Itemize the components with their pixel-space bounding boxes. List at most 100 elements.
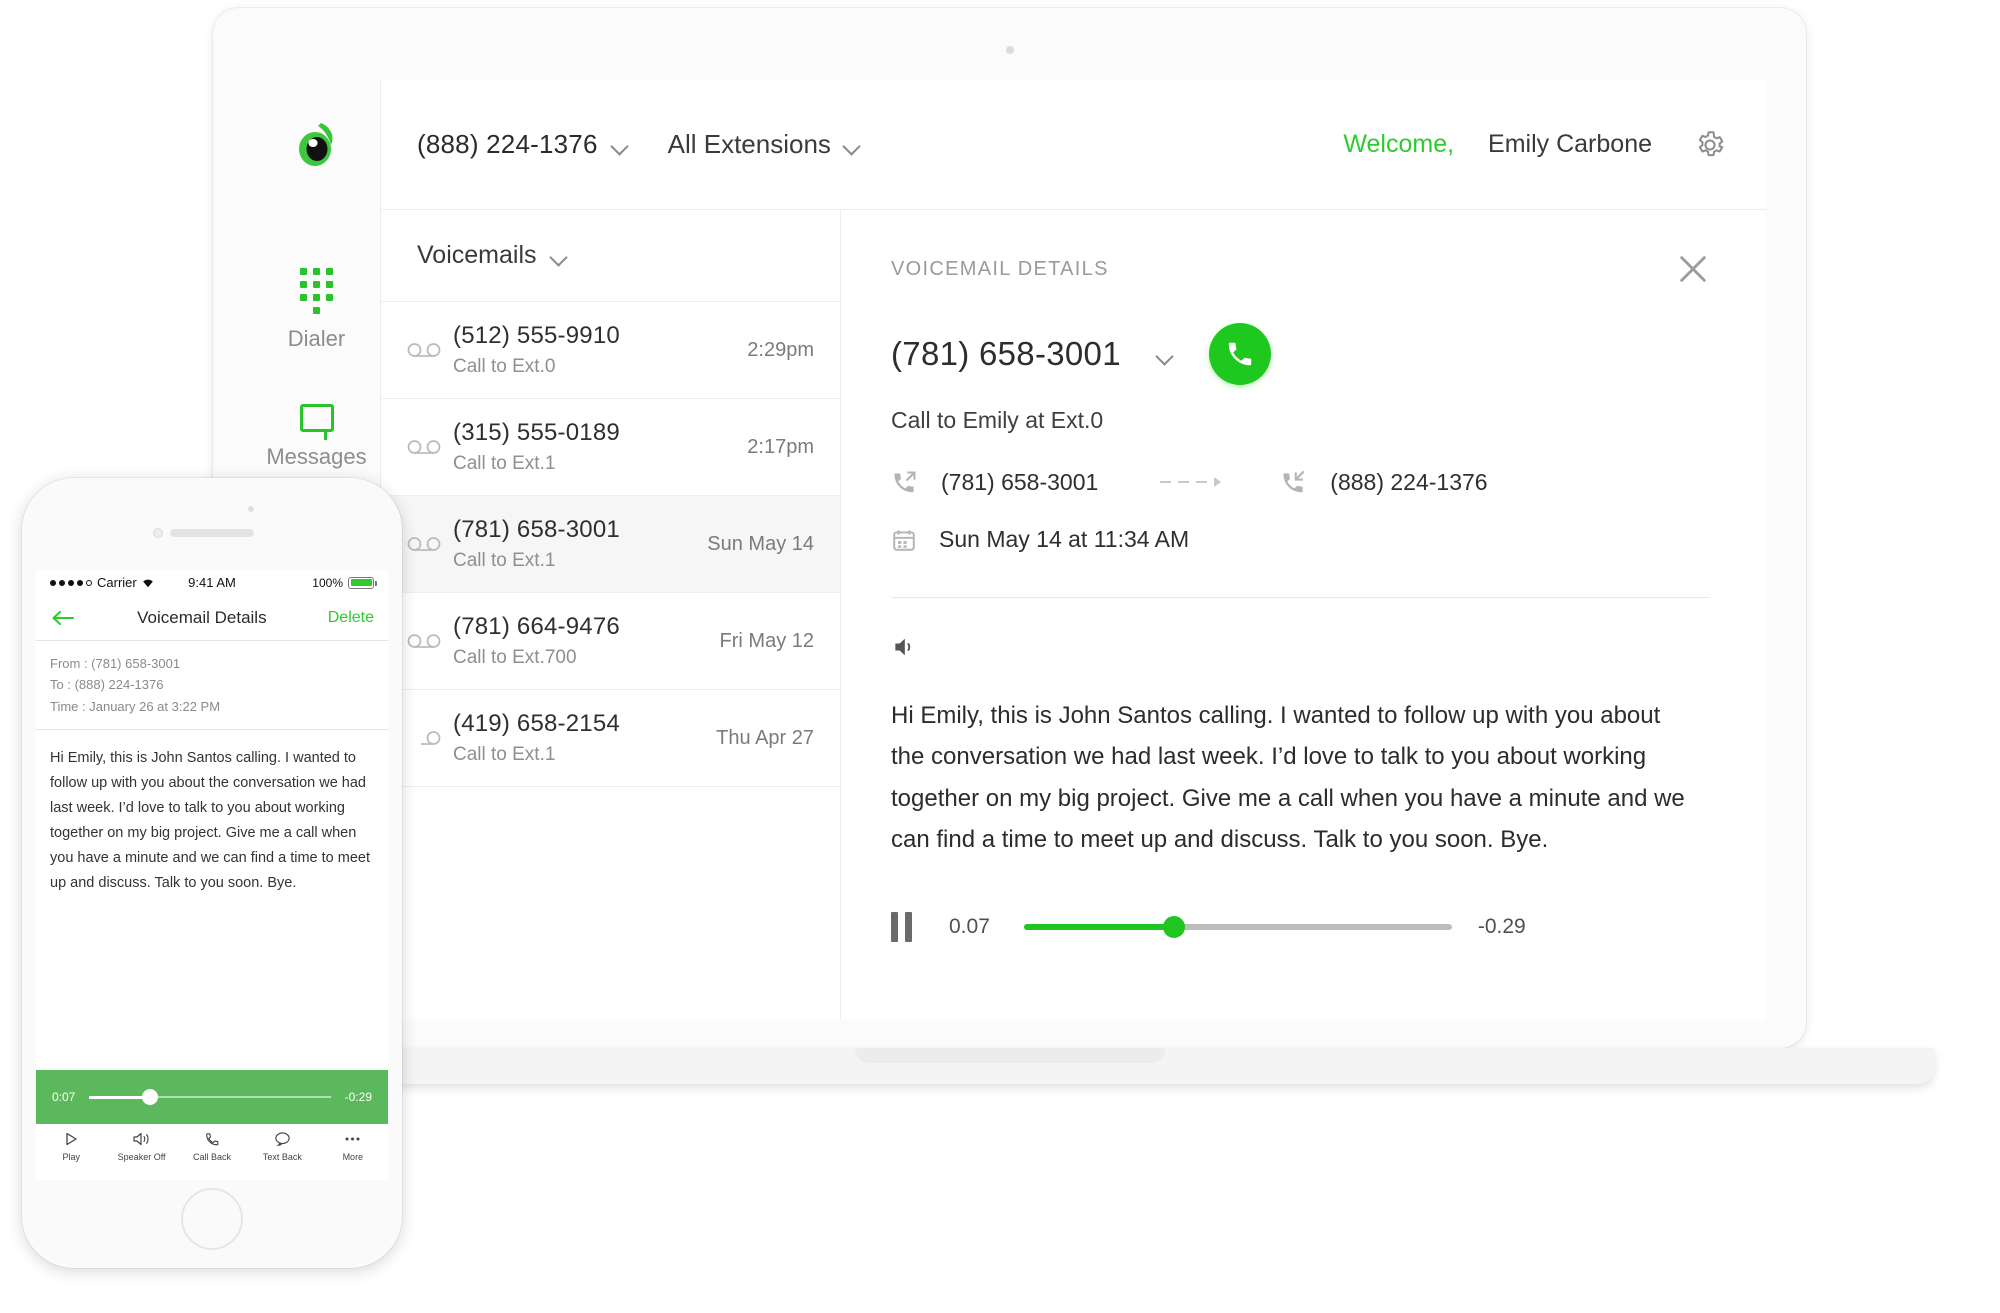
details-date: Sun May 14 at 11:34 AM bbox=[939, 526, 1190, 552]
call-button[interactable] bbox=[1208, 323, 1271, 385]
details-date-row: Sun May 14 at 11:34 AM bbox=[891, 526, 1710, 553]
status-bar-signal: Carrier bbox=[50, 575, 154, 590]
delete-button[interactable]: Delete bbox=[328, 609, 374, 627]
phone-icon bbox=[1228, 342, 1252, 366]
phone-home-button[interactable] bbox=[181, 1188, 243, 1250]
phone-sensor bbox=[248, 506, 254, 512]
selected-phone-number: (888) 224-1376 bbox=[417, 129, 598, 159]
more-dots-icon bbox=[345, 1137, 360, 1141]
phone-toolbar-play[interactable]: Play bbox=[36, 1131, 106, 1162]
list-item-selected[interactable]: (781) 658-3001 Call to Ext.1 Sun May 14 bbox=[381, 496, 840, 593]
phone-toolbar-label: Text Back bbox=[262, 1152, 302, 1162]
laptop-screen: (888) 224-1376 All Extensions Welcome, E… bbox=[253, 80, 1766, 1020]
list-item-subtitle: Call to Ext.700 bbox=[453, 647, 577, 668]
audio-player: 0.07 -0.29 bbox=[891, 912, 1710, 943]
phone-toolbar-callback[interactable]: Call Back bbox=[177, 1131, 247, 1162]
back-arrow-icon[interactable] bbox=[50, 609, 76, 627]
list-item-number: (781) 658-3001 bbox=[453, 516, 620, 543]
list-item[interactable]: (512) 555-9910 Call to Ext.0 2:29pm bbox=[381, 302, 840, 399]
phone-number-select[interactable]: (888) 224-1376 bbox=[417, 129, 628, 160]
list-item[interactable]: (419) 658-2154 Call to Ext.1 Thu Apr 27 bbox=[381, 690, 840, 787]
details-number: (781) 658-3001 bbox=[891, 335, 1121, 372]
sidebar-item-label: Dialer bbox=[287, 326, 346, 351]
player-progress-fill bbox=[1023, 924, 1174, 931]
phone-toolbar-textback[interactable]: Text Back bbox=[247, 1131, 317, 1162]
phone-player-knob[interactable] bbox=[141, 1089, 158, 1105]
app-logo bbox=[253, 80, 381, 210]
details-route-row: (781) 658-3001 (888) 224-1376 bbox=[891, 468, 1710, 496]
phone-transcript: Hi Emily, this is John Santos calling. I… bbox=[50, 750, 370, 891]
player-elapsed: 0.07 bbox=[949, 915, 990, 939]
phone-toolbar-speaker[interactable]: Speaker Off bbox=[106, 1131, 176, 1162]
laptop-base-notch bbox=[854, 1048, 1165, 1063]
pause-icon[interactable] bbox=[891, 912, 917, 943]
chevron-down-icon bbox=[551, 251, 567, 260]
voicemail-app: (888) 224-1376 All Extensions Welcome, E… bbox=[253, 80, 1766, 1020]
list-item-text: (315) 555-0189 Call to Ext.1 bbox=[453, 419, 747, 475]
phone-meta-from: From : (781) 658-3001 bbox=[50, 656, 181, 671]
details-to-number: (888) 224-1376 bbox=[1330, 468, 1488, 495]
chevron-down-icon[interactable] bbox=[1157, 350, 1173, 359]
phone-player-track[interactable] bbox=[89, 1089, 331, 1105]
voicemail-icon bbox=[407, 536, 453, 552]
phone-meta: From : (781) 658-3001 To : (888) 224-137… bbox=[36, 641, 388, 731]
list-item-subtitle: Call to Ext.1 bbox=[453, 453, 556, 474]
close-icon[interactable] bbox=[1676, 252, 1710, 286]
details-number-row: (781) 658-3001 bbox=[891, 323, 1710, 385]
phone-icon bbox=[205, 1133, 218, 1146]
header-controls: (888) 224-1376 All Extensions Welcome, E… bbox=[381, 80, 1766, 210]
details-transcript: Hi Emily, this is John Santos calling. I… bbox=[891, 702, 1685, 853]
status-bar-battery: 100% bbox=[312, 575, 377, 590]
user-name: Emily Carbone bbox=[1488, 130, 1652, 158]
player-progress-track[interactable] bbox=[1023, 916, 1452, 939]
voicemail-icon bbox=[407, 633, 453, 649]
app-header: (888) 224-1376 All Extensions Welcome, E… bbox=[253, 80, 1766, 210]
player-progress-knob[interactable] bbox=[1162, 916, 1185, 939]
details-from: (781) 658-3001 bbox=[891, 468, 1098, 496]
list-item[interactable]: (781) 664-9476 Call to Ext.700 Fri May 1… bbox=[381, 593, 840, 690]
phone-player-fill bbox=[89, 1095, 150, 1099]
extensions-label: All Extensions bbox=[667, 129, 831, 159]
phone-toolbar: Play Speaker Off Call Back Text Back Mor… bbox=[36, 1124, 388, 1180]
list-item-text: (781) 664-9476 Call to Ext.700 bbox=[453, 613, 720, 669]
incoming-call-icon bbox=[1283, 470, 1305, 493]
speaker-icon[interactable] bbox=[891, 634, 921, 660]
wifi-icon bbox=[142, 579, 153, 587]
welcome-label: Welcome, bbox=[1343, 130, 1455, 158]
list-item-time: 2:29pm bbox=[747, 338, 814, 361]
phone-toolbar-more[interactable]: More bbox=[318, 1131, 388, 1162]
list-item-subtitle: Call to Ext.1 bbox=[453, 550, 556, 571]
gear-icon[interactable] bbox=[1694, 129, 1726, 161]
message-bubble-icon bbox=[275, 1132, 290, 1146]
header-user-area: Welcome, Emily Carbone bbox=[1343, 129, 1726, 161]
phone-screen-title: Voicemail Details bbox=[137, 607, 267, 627]
list-item[interactable]: (315) 555-0189 Call to Ext.1 2:17pm bbox=[381, 399, 840, 496]
voicemail-icon bbox=[407, 439, 453, 455]
chevron-down-icon bbox=[612, 140, 628, 149]
voicemail-list-filter[interactable]: Voicemails bbox=[381, 210, 840, 302]
route-arrow-icon bbox=[1160, 477, 1222, 487]
phone-status-bar: Carrier 9:41 AM 100% bbox=[36, 570, 388, 595]
voicemail-icon bbox=[407, 342, 453, 358]
phone-screen: Carrier 9:41 AM 100% Voicemail Details D… bbox=[36, 570, 388, 1180]
phone-toolbar-label: More bbox=[342, 1152, 364, 1162]
laptop-camera bbox=[1005, 46, 1014, 54]
battery-icon bbox=[348, 576, 377, 589]
dialpad-icon bbox=[300, 268, 333, 314]
list-item-text: (781) 658-3001 Call to Ext.1 bbox=[453, 516, 707, 572]
speaker-off-icon bbox=[133, 1132, 149, 1146]
status-bar-time: 9:41 AM bbox=[188, 575, 236, 590]
sidebar-item-label: Messages bbox=[266, 444, 367, 469]
extensions-select[interactable]: All Extensions bbox=[668, 129, 860, 160]
phone-meta-to: To : (888) 224-1376 bbox=[50, 677, 164, 693]
battery-percent: 100% bbox=[312, 575, 343, 590]
details-from-number: (781) 658-3001 bbox=[941, 468, 1099, 495]
voicemail-details-panel: VOICEMAIL DETAILS (781) 658-3001 Call to… bbox=[841, 210, 1766, 1020]
details-to: (888) 224-1376 bbox=[1280, 468, 1488, 496]
outgoing-call-icon bbox=[894, 471, 916, 493]
list-item-number: (315) 555-0189 bbox=[453, 419, 620, 446]
phone-toolbar-label: Call Back bbox=[193, 1152, 232, 1162]
phone-navbar: Voicemail Details Delete bbox=[36, 595, 388, 641]
sidebar-item-dialer[interactable]: Dialer bbox=[253, 250, 380, 386]
phone-device: Carrier 9:41 AM 100% Voicemail Details D… bbox=[22, 478, 402, 1268]
